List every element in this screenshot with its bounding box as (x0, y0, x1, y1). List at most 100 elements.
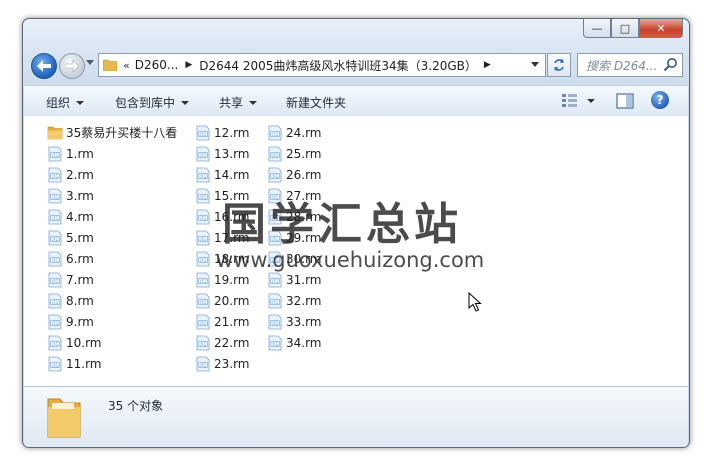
maximize-button[interactable]: □ (611, 19, 639, 38)
chevron-down-icon (181, 100, 190, 105)
file-item[interactable]: RM 34.rm (267, 332, 322, 353)
file-name: 35蔡易升买楼十八看 (66, 126, 178, 140)
details-pane: 35 个对象 (24, 386, 688, 447)
file-item[interactable]: RM 32.rm (267, 290, 322, 311)
refresh-button[interactable] (547, 53, 571, 77)
file-name: 13.rm (214, 146, 250, 161)
file-name: 14.rm (214, 167, 250, 182)
file-item[interactable]: RM 12.rm (195, 122, 250, 143)
rm-file-icon: RM (268, 335, 282, 350)
file-item[interactable]: RM 2.rm (47, 164, 177, 185)
svg-text:RM: RM (271, 153, 280, 159)
file-name: 26.rm (286, 167, 322, 182)
breadcrumb-separator-icon[interactable]: ▶ (484, 60, 491, 70)
file-item[interactable]: RM 1.rm (47, 143, 177, 164)
back-button[interactable] (31, 53, 57, 79)
file-item[interactable]: RM 31.rm (267, 269, 322, 290)
file-item[interactable]: RM 24.rm (267, 122, 322, 143)
rm-file-icon: RM (196, 167, 210, 182)
view-options-icon[interactable] (561, 92, 579, 108)
rm-file-icon: RM (268, 125, 282, 140)
preview-pane-icon[interactable] (616, 93, 634, 109)
search-input[interactable]: 搜索 D264... (586, 57, 658, 74)
search-box[interactable]: 搜索 D264... (577, 53, 683, 77)
svg-text:RM: RM (51, 342, 60, 348)
recent-pages-dropdown[interactable] (86, 60, 94, 65)
share-menu[interactable]: 共享 (219, 94, 258, 111)
file-item[interactable]: RM 25.rm (267, 143, 322, 164)
file-item[interactable]: RM 3.rm (47, 185, 177, 206)
file-name: 22.rm (214, 335, 250, 350)
search-icon[interactable] (663, 57, 678, 72)
file-item[interactable]: RM 22.rm (195, 332, 250, 353)
svg-text:RM: RM (51, 279, 60, 285)
include-in-library-menu[interactable]: 包含到库中 (115, 94, 190, 111)
arrow-left-icon (37, 60, 51, 72)
svg-text:RM: RM (199, 342, 208, 348)
chevron-down-icon (249, 100, 258, 105)
svg-text:RM: RM (199, 279, 208, 285)
file-item[interactable]: RM 33.rm (267, 311, 322, 332)
file-name: 10.rm (66, 335, 102, 350)
file-name: 8.rm (66, 293, 94, 308)
svg-text:RM: RM (51, 300, 60, 306)
file-name: 31.rm (286, 272, 322, 287)
watermark-url: www.guoxuehuizong.com (216, 248, 485, 272)
forward-button[interactable] (59, 53, 85, 79)
svg-text:RM: RM (51, 321, 60, 327)
svg-text:RM: RM (51, 174, 60, 180)
file-item[interactable]: RM 13.rm (195, 143, 250, 164)
rm-file-icon: RM (48, 293, 62, 308)
rm-file-icon: RM (196, 230, 210, 245)
close-button[interactable]: ✕ (639, 19, 683, 38)
file-item[interactable]: RM 7.rm (47, 269, 177, 290)
rm-file-icon: RM (196, 188, 210, 203)
address-history-dropdown[interactable] (531, 62, 539, 67)
file-item[interactable]: RM 9.rm (47, 311, 177, 332)
breadcrumb-item-parent[interactable]: D260... (135, 58, 179, 72)
file-name: 6.rm (66, 251, 94, 266)
new-folder-button[interactable]: 新建文件夹 (286, 94, 346, 111)
folder-item[interactable]: 35蔡易升买楼十八看 (47, 122, 177, 143)
file-name: 12.rm (214, 125, 250, 140)
svg-text:RM: RM (199, 237, 208, 243)
share-label: 共享 (219, 96, 244, 110)
svg-text:RM: RM (51, 363, 60, 369)
chevron-down-icon (76, 100, 85, 105)
organize-menu[interactable]: 组织 (46, 94, 85, 111)
file-name: 19.rm (214, 272, 250, 287)
breadcrumb-overflow[interactable]: « (123, 59, 130, 72)
view-options-dropdown[interactable] (587, 99, 595, 103)
svg-text:RM: RM (51, 237, 60, 243)
file-name: 4.rm (66, 209, 94, 224)
rm-file-icon: RM (196, 356, 210, 371)
address-bar[interactable]: « D260... ▶ D2644 2005曲炜高级风水特训班34集（3.20G… (98, 53, 546, 77)
svg-text:RM: RM (199, 195, 208, 201)
file-item[interactable]: RM 19.rm (195, 269, 250, 290)
svg-text:RM: RM (199, 132, 208, 138)
command-bar: 组织 包含到库中 共享 新建文件夹 ? (24, 85, 688, 117)
file-name: 23.rm (214, 356, 250, 371)
breadcrumb-item-current[interactable]: D2644 2005曲炜高级风水特训班34集（3.20GB） (199, 57, 477, 74)
file-item[interactable]: RM 8.rm (47, 290, 177, 311)
file-item[interactable]: RM 26.rm (267, 164, 322, 185)
rm-file-icon: RM (268, 272, 282, 287)
file-item[interactable]: RM 11.rm (47, 353, 177, 374)
minimize-button[interactable]: — (583, 19, 611, 38)
file-name: 11.rm (66, 356, 102, 371)
file-name: 21.rm (214, 314, 250, 329)
rm-file-icon: RM (196, 335, 210, 350)
file-item[interactable]: RM 4.rm (47, 206, 177, 227)
file-item[interactable]: RM 5.rm (47, 227, 177, 248)
svg-text:RM: RM (271, 300, 280, 306)
file-item[interactable]: RM 20.rm (195, 290, 250, 311)
svg-text:RM: RM (271, 132, 280, 138)
file-item[interactable]: RM 6.rm (47, 248, 177, 269)
help-icon[interactable]: ? (651, 91, 669, 109)
breadcrumb-separator-icon[interactable]: ▶ (185, 60, 192, 70)
file-item[interactable]: RM 21.rm (195, 311, 250, 332)
file-name: 1.rm (66, 146, 94, 161)
file-item[interactable]: RM 10.rm (47, 332, 177, 353)
file-item[interactable]: RM 14.rm (195, 164, 250, 185)
file-item[interactable]: RM 23.rm (195, 353, 250, 374)
